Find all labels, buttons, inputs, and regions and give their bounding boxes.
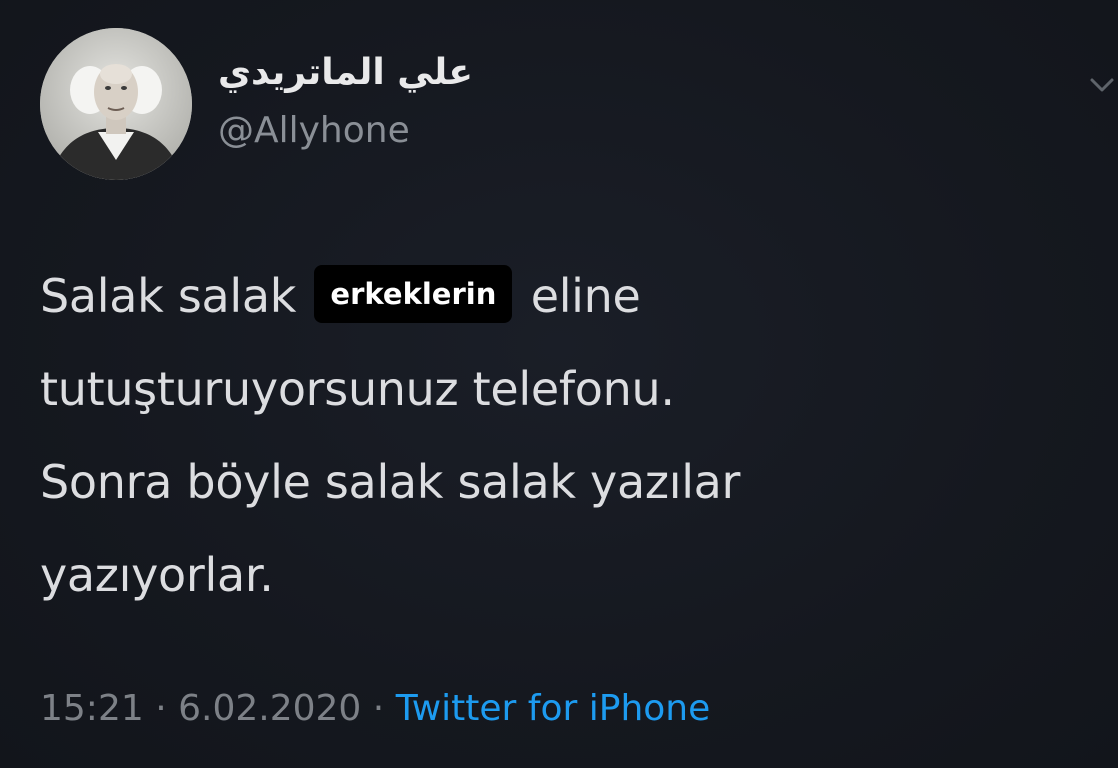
avatar[interactable] — [40, 28, 192, 180]
tweet-card: علي الماتريدي @Allyhone Salak salak erke… — [0, 0, 1118, 768]
meta-separator: · — [155, 688, 167, 729]
tweet-time[interactable]: 15:21 — [40, 688, 144, 729]
author-handle[interactable]: @Allyhone — [218, 110, 410, 151]
tweet-text: Salak salak erkeklerin eline tutuşturuyo… — [40, 250, 1080, 622]
tweet-line-1: Salak salak erkeklerin eline — [40, 250, 1080, 343]
author-display-name[interactable]: علي الماتريدي — [218, 52, 473, 93]
meta-separator: · — [372, 688, 385, 729]
highlighted-word: erkeklerin — [314, 265, 513, 323]
tweet-line-4: yazıyorlar. — [40, 548, 274, 602]
chevron-down-icon[interactable] — [1086, 66, 1118, 106]
tweet-text-part: Salak salak — [40, 269, 297, 323]
tweet-date[interactable]: 6.02.2020 — [178, 688, 361, 729]
tweet-text-part: eline — [530, 269, 641, 323]
tweet-meta: 15:21 · 6.02.2020 · Twitter for iPhone — [40, 688, 710, 729]
tweet-line-3: Sonra böyle salak salak yazılar — [40, 455, 741, 509]
tweet-line-2: tutuşturuyorsunuz telefonu. — [40, 362, 675, 416]
tweet-source-link[interactable]: Twitter for iPhone — [396, 688, 711, 729]
